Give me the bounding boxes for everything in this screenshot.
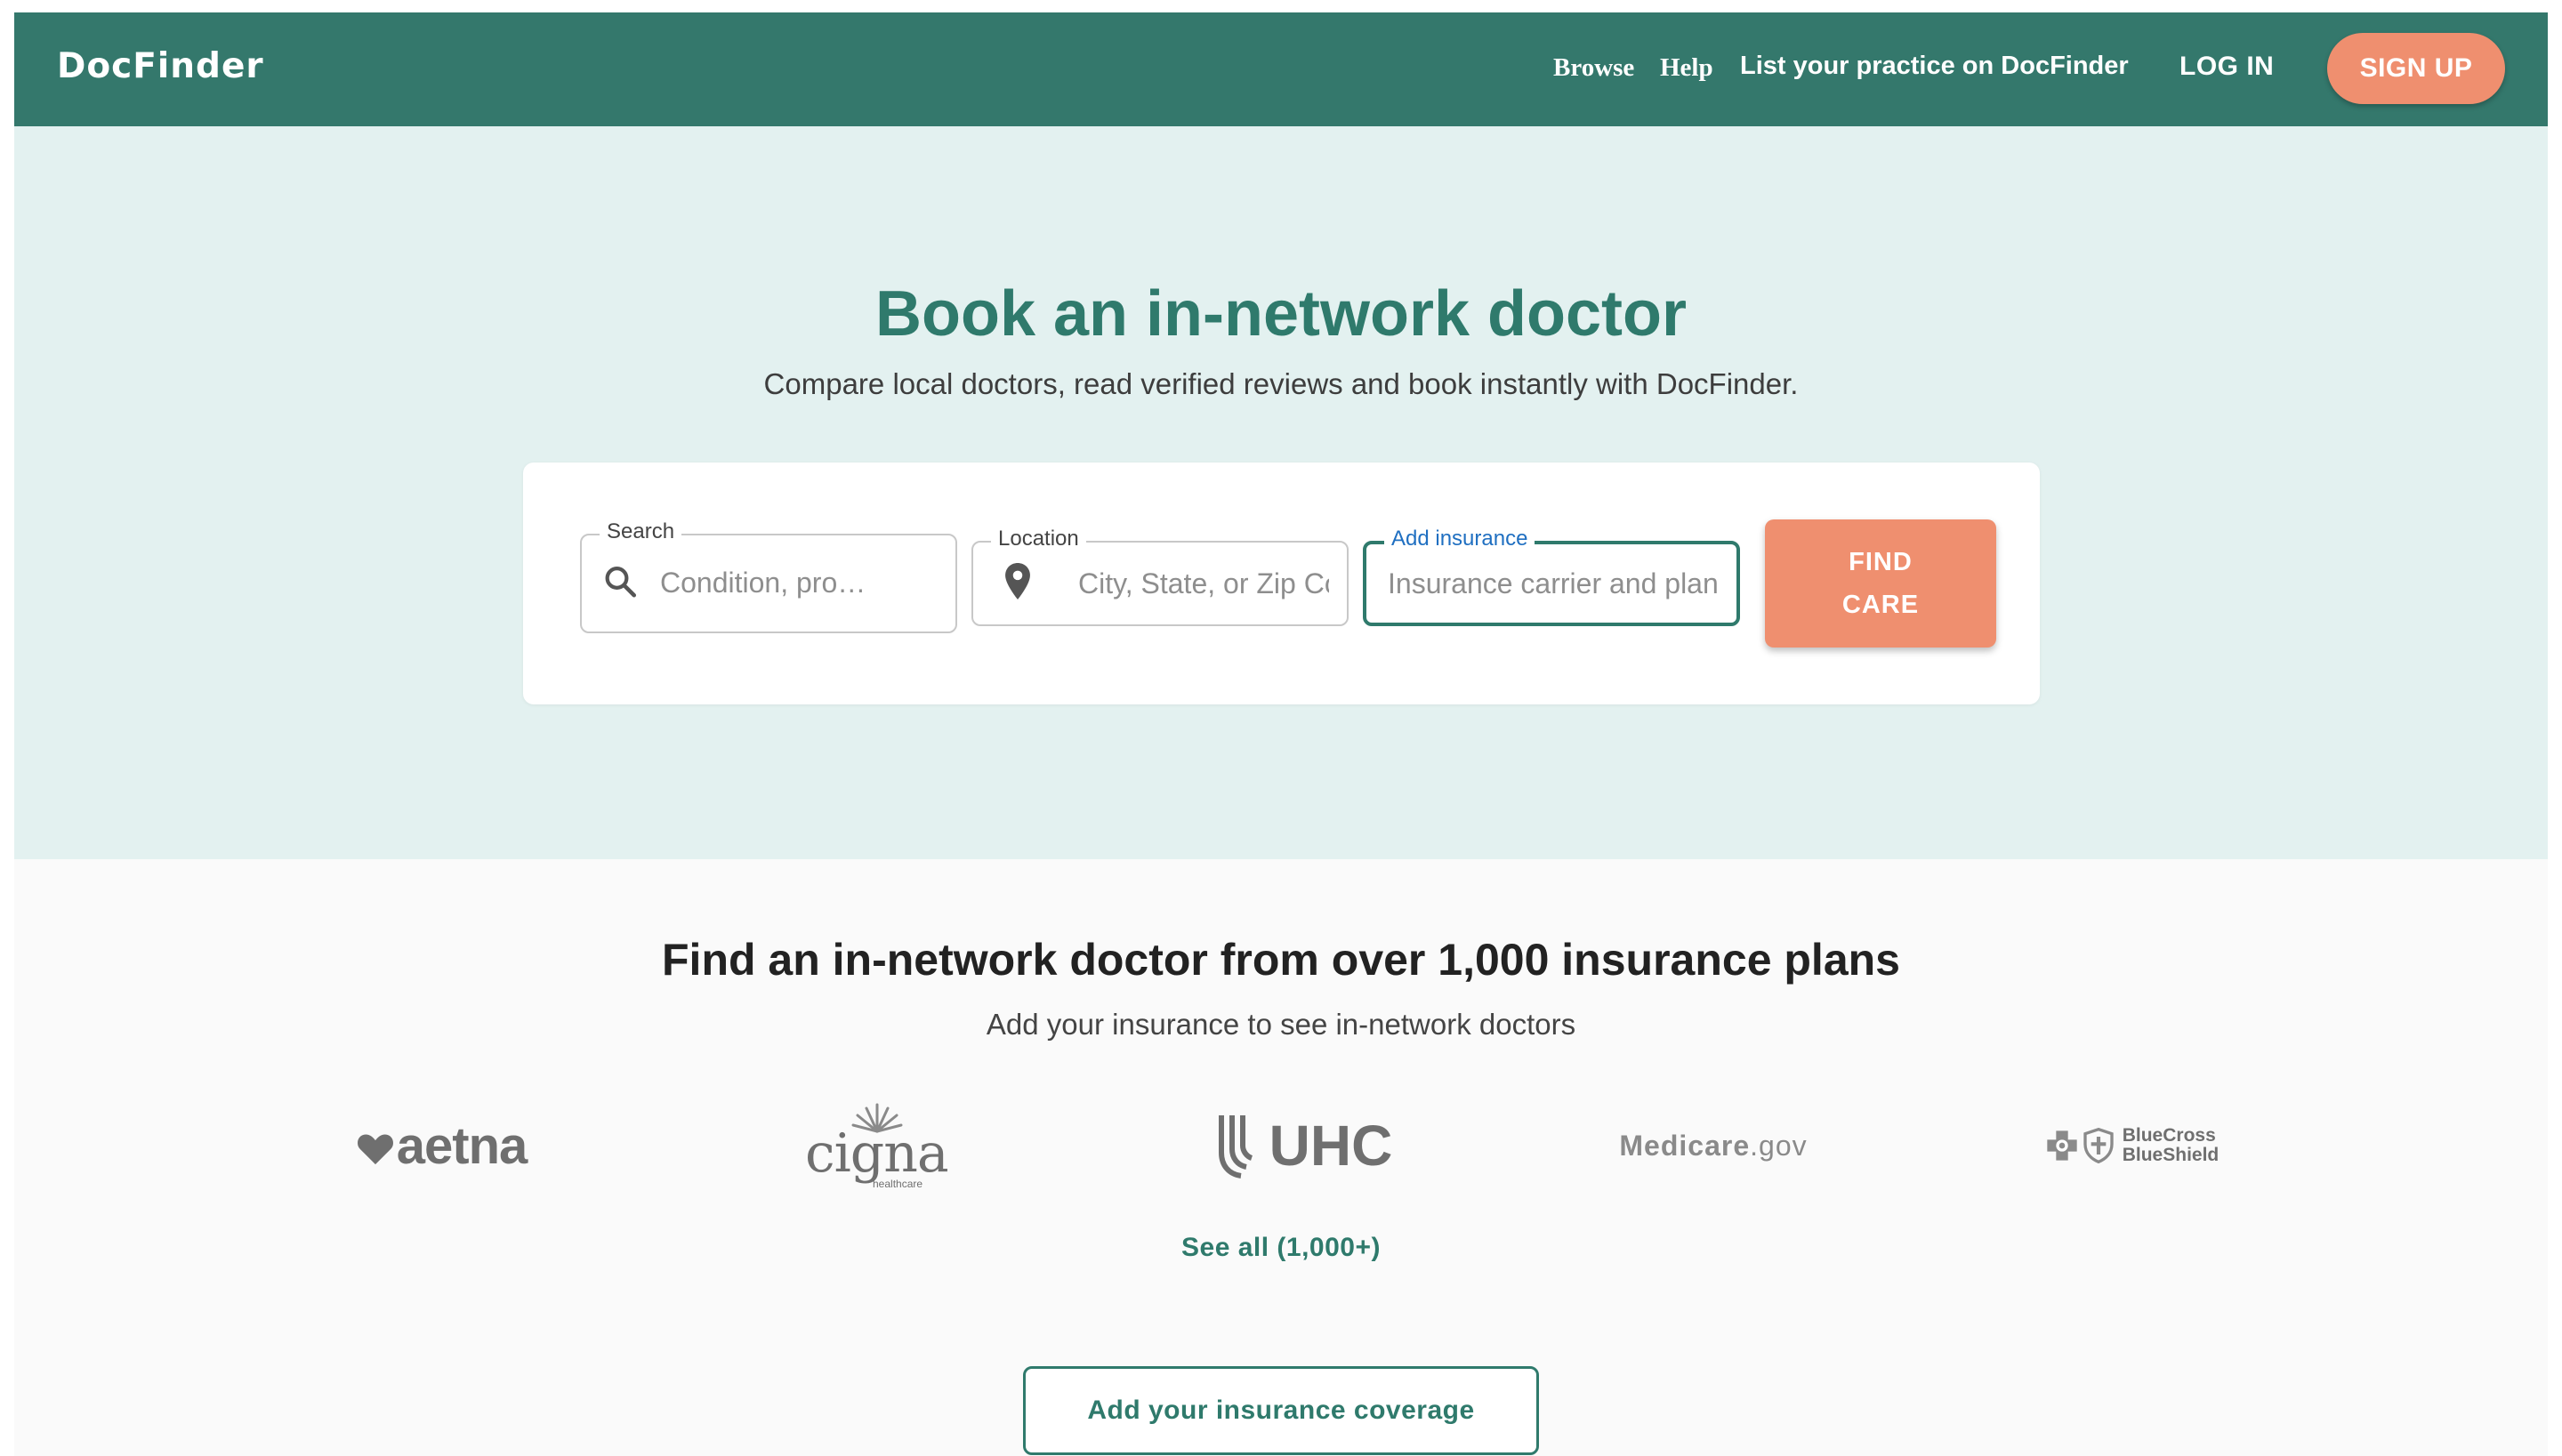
search-input[interactable] [660,562,936,603]
search-card: Search Location [523,463,2040,704]
find-care-line-2: CARE [1841,591,1920,619]
search-label: Search [600,519,682,544]
bcbs-line-2: BlueShield [2122,1145,2220,1165]
insurance-input[interactable] [1388,563,1722,604]
login-link[interactable]: LOG IN [2179,52,2274,82]
cigna-wordmark: cigna [805,1122,949,1185]
hero-subtitle: Compare local doctors, read verified rev… [763,367,1799,400]
uhc-mark-icon [1218,1115,1253,1178]
insurance-field[interactable]: Add insurance [1363,527,1740,626]
find-care-line-1: FIND [1849,548,1913,576]
nav-browse-link[interactable]: Browse [1553,53,1634,83]
heart-icon [357,1134,393,1165]
page: DocFinder Browse Help List your practice… [14,12,2548,1456]
map-pin-icon [1002,562,1034,606]
bcbs-line-1: BlueCross [2122,1125,2216,1146]
medicare-wordmark: Medicare [1619,1129,1751,1162]
location-field[interactable]: Location [971,527,1349,626]
brand-logo[interactable]: DocFinder [57,46,264,86]
cigna-tagline: healthcare [873,1178,923,1190]
medicare-logo[interactable]: Medicare .gov [1580,1101,1847,1190]
top-navbar: DocFinder Browse Help List your practice… [14,12,2548,126]
aetna-wordmark: aetna [396,1116,528,1175]
uhc-wordmark: UHC [1269,1114,1393,1178]
aetna-logo[interactable]: aetna [326,1101,557,1190]
search-icon [601,563,639,605]
hero-title: Book an in-network doctor [874,278,1688,350]
add-insurance-coverage-button[interactable]: Add your insurance coverage [1023,1366,1539,1455]
insurance-section-title: Find an in-network doctor from over 1,00… [662,935,1900,985]
insurance-section-subtitle: Add your insurance to see in-network doc… [986,1008,1576,1041]
signup-button[interactable]: SIGN UP [2327,33,2505,104]
uhc-logo[interactable]: UHC [1171,1101,1438,1190]
find-care-button[interactable]: FIND CARE [1765,519,1996,648]
see-all-insurance-link[interactable]: See all (1,000+) [14,1233,2548,1263]
bcbs-logo[interactable]: BlueCross BlueShield [2016,1101,2247,1190]
search-field[interactable]: Search [580,519,957,633]
medicare-gov-suffix: .gov [1750,1129,1808,1162]
blue-cross-icon [2047,1130,2077,1161]
location-input[interactable] [1078,563,1329,604]
hero-section: Book an in-network doctor Compare local … [14,126,2548,859]
nav-list-practice-link[interactable]: List your practice on DocFinder [1740,52,2129,81]
cigna-logo[interactable]: cigna healthcare [744,1101,1011,1190]
nav-help-link[interactable]: Help [1660,53,1713,83]
insurance-label: Add insurance [1384,527,1535,551]
location-label: Location [991,527,1086,551]
blue-shield-icon [2083,1128,2114,1163]
